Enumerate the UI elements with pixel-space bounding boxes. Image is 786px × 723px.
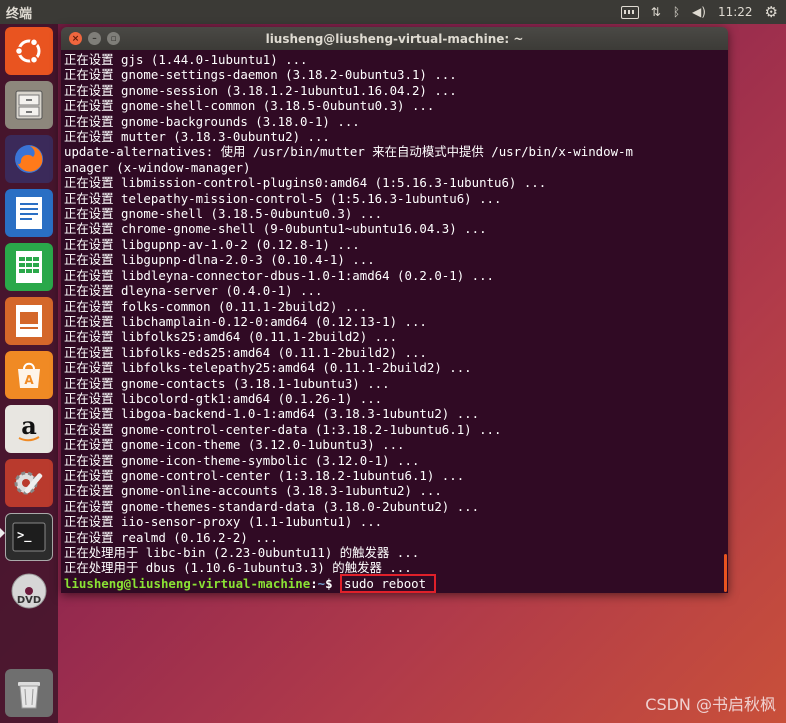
terminal-line: 正在设置 libgupnp-dlna-2.0-3 (0.10.4-1) ... <box>64 252 375 268</box>
maximize-button[interactable]: ▫ <box>107 32 120 45</box>
command-input[interactable]: sudo reboot <box>340 573 437 593</box>
terminal-titlebar[interactable]: × – ▫ liusheng@liusheng-virtual-machine:… <box>61 27 728 50</box>
settings-wrench-icon <box>14 471 43 495</box>
terminal-line: 正在设置 libfolks25:amd64 (0.11.1-2build2) .… <box>64 329 398 345</box>
firefox-icon <box>15 145 43 173</box>
terminal-line: 正在设置 gnome-shell-common (3.18.5-0ubuntu0… <box>64 98 435 114</box>
terminal-line: update-alternatives: 使用 /usr/bin/mutter … <box>64 144 633 160</box>
amazon-button[interactable]: a <box>5 405 53 453</box>
terminal-line: 正在设置 libdleyna-connector-dbus-1.0-1:amd6… <box>64 267 495 283</box>
terminal-line: anager (x-window-manager) <box>64 159 251 175</box>
terminal-line: 正在设置 libgupnp-av-1.0-2 (0.12.8-1) ... <box>64 236 360 252</box>
window-title: liusheng@liusheng-virtual-machine: ~ <box>265 31 524 46</box>
terminal-window[interactable]: × – ▫ liusheng@liusheng-virtual-machine:… <box>61 27 728 593</box>
svg-text:DVD: DVD <box>17 595 41 606</box>
system-settings-button[interactable] <box>5 459 53 507</box>
terminal-line: 正在处理用于 libc-bin (2.23-0ubuntu11) 的触发器 ..… <box>64 545 420 560</box>
terminal-line: 正在设置 gnome-icon-theme-symbolic (3.12.0-1… <box>64 452 420 468</box>
close-button[interactable]: × <box>69 32 82 45</box>
terminal-line: 正在设置 libfolks-eds25:amd64 (0.11.1-2build… <box>64 344 427 360</box>
files-button[interactable] <box>5 81 53 129</box>
amazon-icon: a <box>18 412 40 442</box>
terminal-line: 正在设置 gnome-icon-theme (3.12.0-1ubuntu3) … <box>64 437 405 453</box>
terminal-line: 正在设置 telepathy-mission-control-5 (1:5.16… <box>64 190 502 206</box>
libreoffice-impress-icon <box>16 305 42 337</box>
terminal-line: 正在设置 chrome-gnome-shell (9-0ubuntu1~ubun… <box>64 221 487 237</box>
dvd-icon: DVD <box>11 573 47 609</box>
terminal-line: 正在设置 libgoa-backend-1.0-1:amd64 (3.18.3-… <box>64 406 480 422</box>
settings-icon[interactable]: ⚙ <box>765 3 778 21</box>
terminal-line: 正在设置 gnome-control-center-data (1:3.18.2… <box>64 421 502 437</box>
bluetooth-icon[interactable]: ᛒ <box>673 5 680 19</box>
terminal-line: 正在设置 gnome-online-accounts (3.18.3-1ubun… <box>64 483 442 499</box>
terminal-line: 正在设置 gjs (1.44.0-1ubuntu1) ... <box>64 52 308 67</box>
prompt-symbol: $ <box>325 575 341 591</box>
network-icon[interactable]: ⇅ <box>651 5 661 19</box>
terminal-button[interactable]: >_ <box>5 513 53 561</box>
volume-icon[interactable]: ◀) <box>692 5 706 19</box>
dash-home-button[interactable] <box>5 27 53 75</box>
terminal-line: 正在设置 mutter (3.18.3-0ubuntu2) ... <box>64 129 330 145</box>
shopping-bag-icon: A <box>18 362 40 388</box>
libreoffice-writer-icon <box>16 197 42 229</box>
terminal-line: 正在设置 gnome-shell (3.18.5-0ubuntu0.3) ... <box>64 206 383 222</box>
app-title: 终端 <box>6 6 33 22</box>
svg-text:a: a <box>21 412 37 440</box>
libreoffice-calc-icon <box>16 251 42 283</box>
calc-button[interactable] <box>5 243 53 291</box>
ubuntu-logo-icon <box>14 38 41 64</box>
launcher: A a >_ DVD <box>0 24 58 723</box>
terminal-line: 正在设置 gnome-themes-standard-data (3.18.0-… <box>64 498 480 514</box>
terminal-line: 正在设置 gnome-control-center (1:3.18.2-1ubu… <box>64 467 465 483</box>
terminal-line: 正在设置 libcolord-gtk1:amd64 (0.1.26-1) ... <box>64 390 383 406</box>
watermark: CSDN @书启秋枫 <box>645 695 776 714</box>
terminal-line: 正在设置 iio-sensor-proxy (1.1-1ubuntu1) ... <box>64 514 383 530</box>
minimize-button[interactable]: – <box>88 32 101 45</box>
prompt-line[interactable]: liusheng@liusheng-virtual-machine:~$ sud… <box>64 573 728 593</box>
clock[interactable]: 11:22 <box>718 5 753 19</box>
keyboard-icon[interactable] <box>620 5 639 19</box>
terminal-line: 正在设置 gnome-contacts (3.18.1-1ubuntu3) ..… <box>64 375 390 391</box>
svg-text:>_: >_ <box>17 528 32 543</box>
prompt-path: ~ <box>317 575 326 591</box>
terminal-line: 正在设置 libchamplain-0.12-0:amd64 (0.12.13-… <box>64 313 427 329</box>
terminal-output[interactable]: 正在设置 gjs (1.44.0-1ubuntu1) ... 正在设置 gnome… <box>61 50 728 593</box>
minimize-icon: – <box>92 33 97 44</box>
terminal-icon: >_ <box>12 522 46 552</box>
file-cabinet-icon <box>15 90 43 120</box>
top-panel: 终端 ⇅ ᛒ ◀) 11:22 ⚙ <box>0 0 786 24</box>
system-tray: ⇅ ᛒ ◀) 11:22 ⚙ <box>620 3 786 21</box>
close-icon: × <box>71 33 80 44</box>
dvd-button[interactable]: DVD <box>5 567 53 615</box>
firefox-button[interactable] <box>5 135 53 183</box>
terminal-line: 正在设置 gnome-settings-daemon (3.18.2-0ubun… <box>64 67 457 83</box>
output-lines: 正在设置 gjs (1.44.0-1ubuntu1) ... 正在设置 gnome… <box>64 52 728 576</box>
writer-button[interactable] <box>5 189 53 237</box>
terminal-line: 正在设置 dleyna-server (0.4.0-1) ... <box>64 283 323 299</box>
trash-button[interactable] <box>5 669 53 717</box>
maximize-icon: ▫ <box>110 33 117 44</box>
terminal-line: 正在设置 libmission-control-plugins0:amd64 (… <box>64 175 547 191</box>
trash-icon <box>18 682 40 709</box>
prompt-separator: : <box>310 575 318 591</box>
prompt-user-host: liusheng@liusheng-virtual-machine <box>64 575 311 591</box>
terminal-line: 正在设置 realmd (0.16.2-2) ... <box>64 529 278 545</box>
terminal-line: 正在设置 gnome-backgrounds (3.18.0-1) ... <box>64 113 360 129</box>
impress-button[interactable] <box>5 297 53 345</box>
software-center-button[interactable]: A <box>5 351 53 399</box>
terminal-line: 正在设置 gnome-session (3.18.1.2-1ubuntu1.16… <box>64 82 457 98</box>
terminal-line: 正在设置 libfolks-telepathy25:amd64 (0.11.1-… <box>64 360 472 376</box>
scrollbar[interactable] <box>724 554 727 592</box>
terminal-line: 正在设置 folks-common (0.11.1-2build2) ... <box>64 298 368 314</box>
svg-text:A: A <box>24 373 34 387</box>
